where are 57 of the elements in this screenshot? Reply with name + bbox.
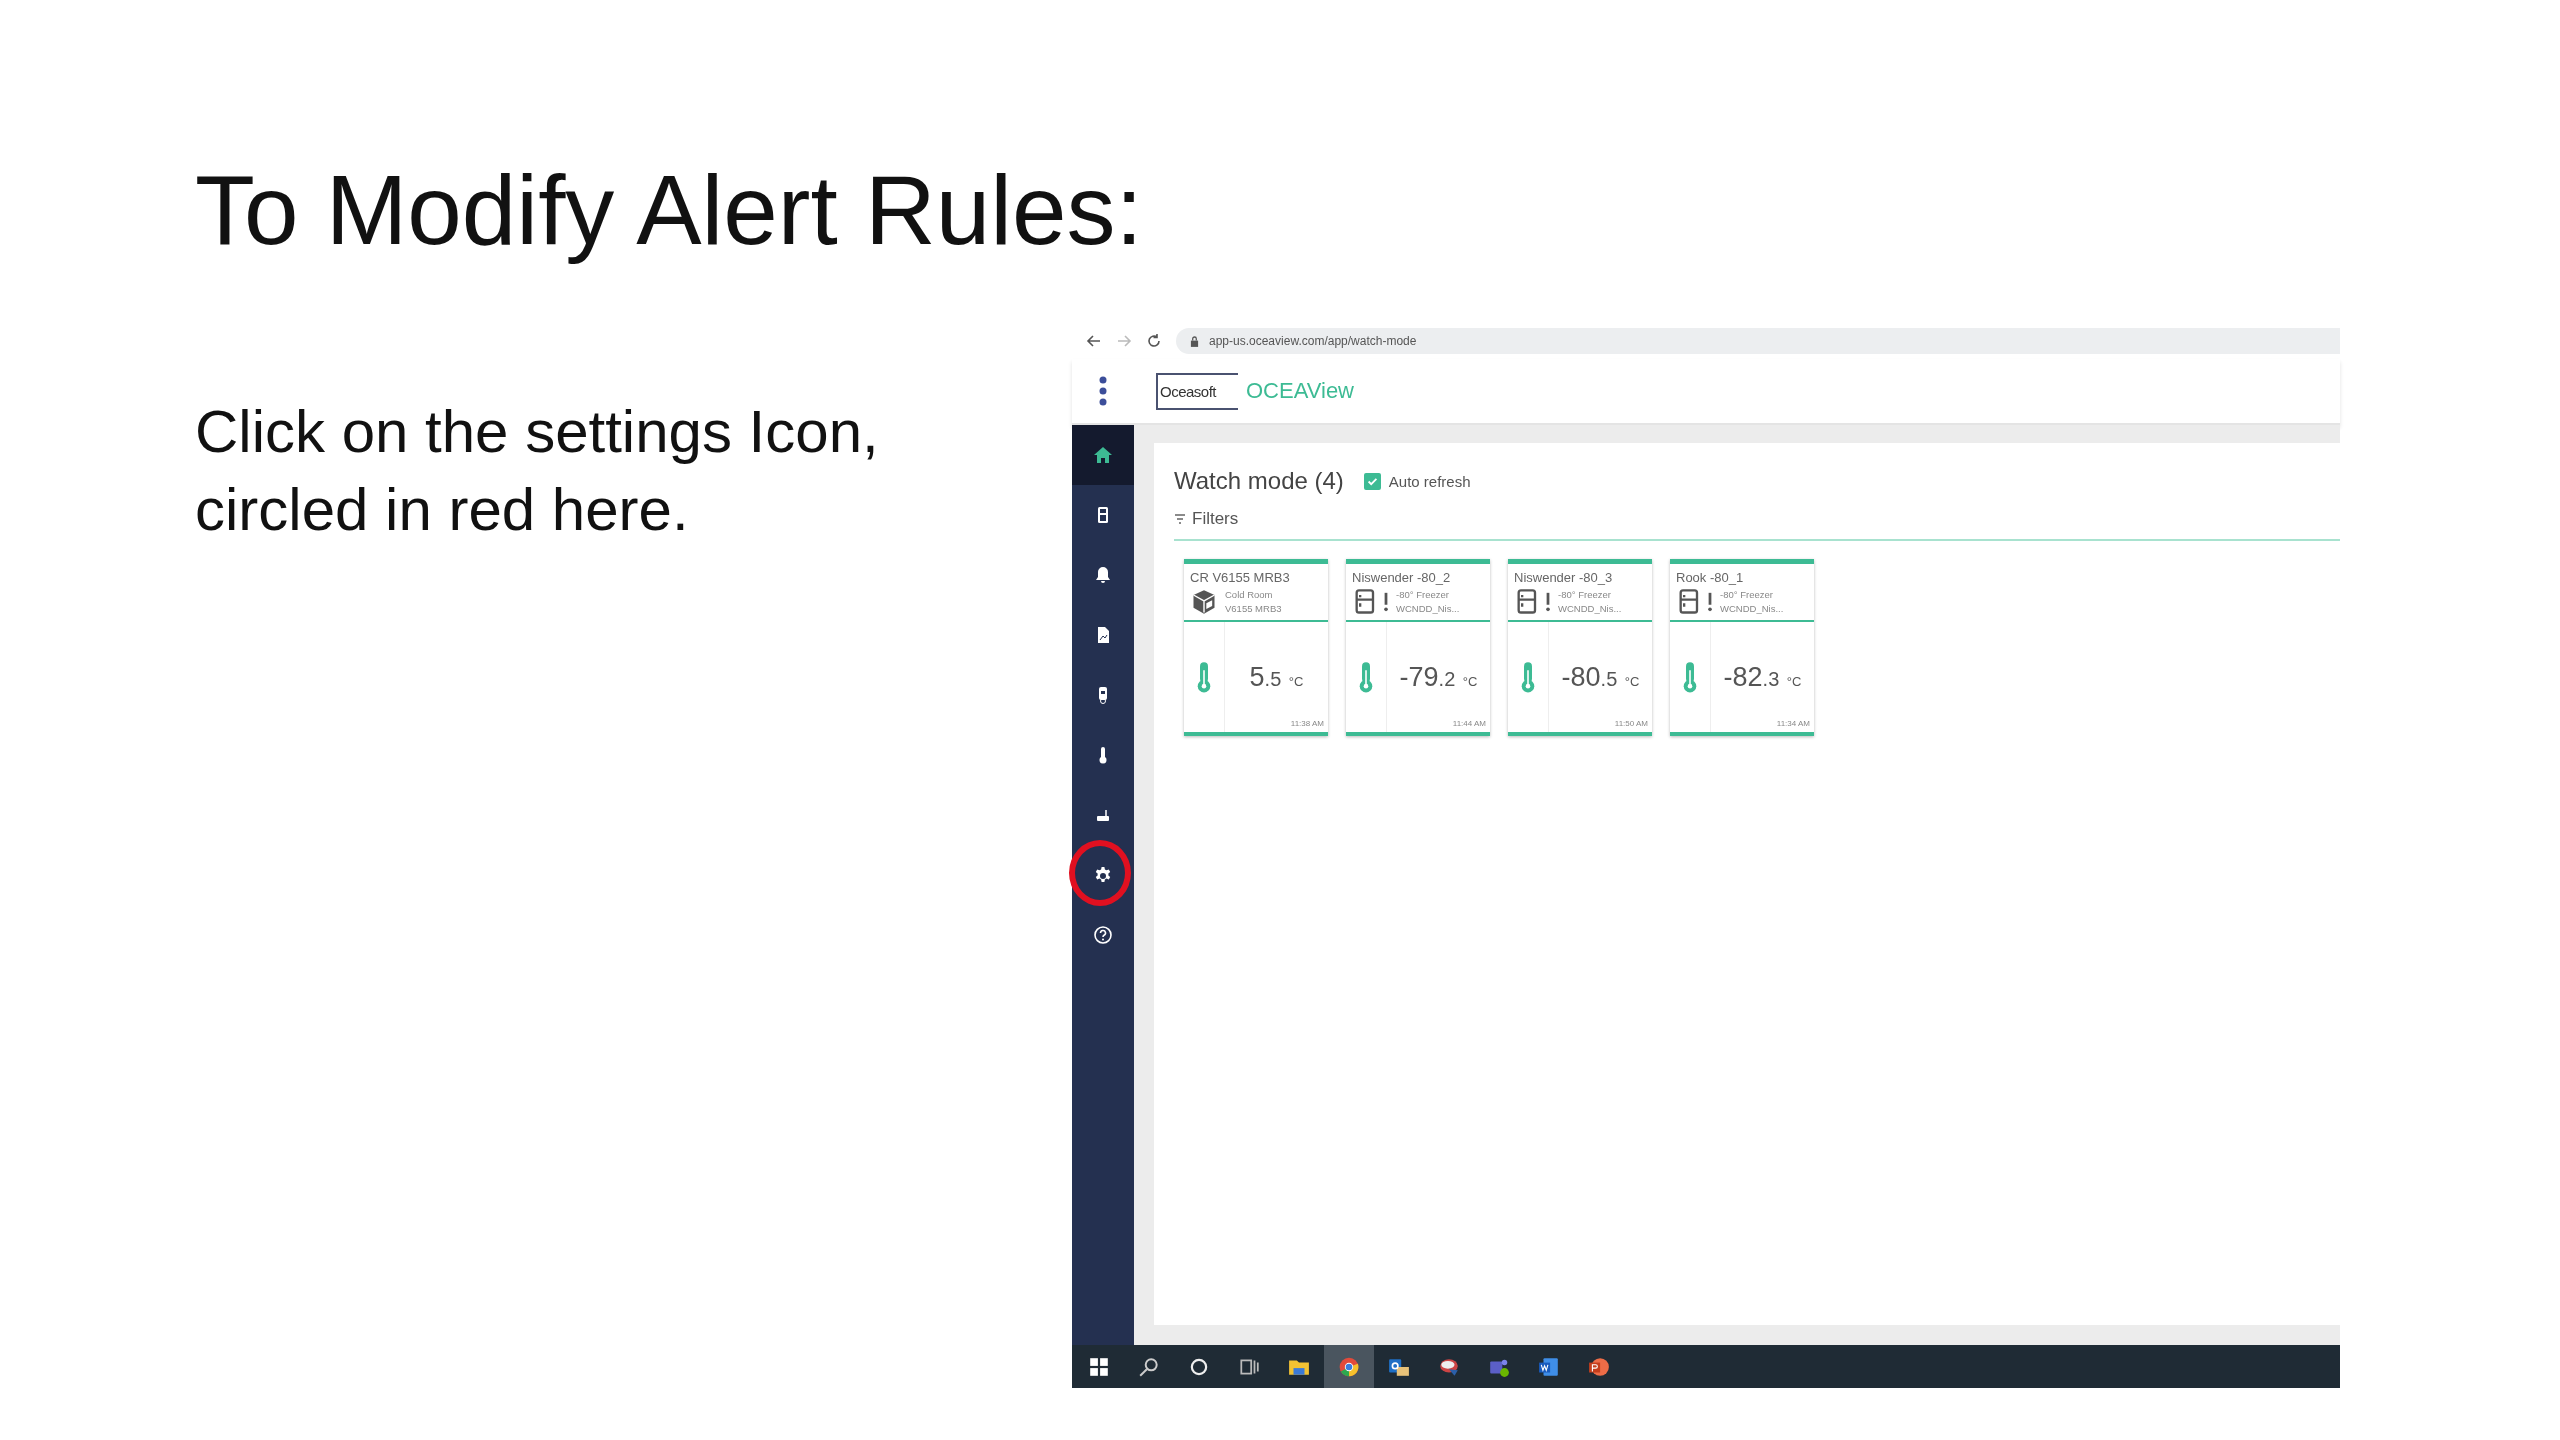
checkbox-label: Auto refresh [1388, 472, 1471, 490]
card-title: CR V6155 MRB3 [1190, 570, 1291, 585]
card-type: -80° Freezer [1720, 588, 1774, 602]
card-type: Cold Room [1225, 588, 1274, 602]
reading-time: 11:44 AM [1452, 719, 1486, 728]
thermometer-icon [1197, 661, 1211, 693]
alert-icon [1707, 591, 1713, 613]
thermometer-icon [1683, 661, 1697, 693]
card-location: WCNDD_Nis... [1558, 602, 1622, 616]
search-icon [1138, 1355, 1160, 1378]
cube-icon [1190, 588, 1218, 616]
sidebar-item[interactable] [1072, 425, 1134, 485]
card-type: -80° Freezer [1396, 588, 1450, 602]
card-title: Niswender -80_3 [1514, 570, 1614, 585]
page-title: Watch mode (4) [1174, 467, 1344, 495]
filters-link[interactable]: Filters [1192, 509, 1239, 529]
card-title: Rook -80_1 [1676, 570, 1745, 585]
browser-icon [1338, 1355, 1360, 1378]
temperature-reading: 5.5 °C [1249, 661, 1304, 693]
url-text: app-us.oceaview.com/app/watch-mode [1209, 334, 1417, 348]
thermometer-icon [1359, 661, 1373, 693]
filter-icon[interactable] [1174, 514, 1186, 524]
card-title: Niswender -80_2 [1352, 570, 1452, 585]
bell-icon [1093, 565, 1113, 585]
thermometer-icon [1521, 661, 1535, 693]
temperature-reading: -82.3 °C [1723, 661, 1802, 693]
card-location: V6155 MRB3 [1225, 602, 1282, 616]
card-location: WCNDD_Nis... [1720, 602, 1784, 616]
sensor-card[interactable]: Rook -80_1 -80° Freezer WCNDD_Nis... -82.3 °C 11:34 AM [1670, 559, 1814, 736]
checkbox[interactable] [1363, 472, 1381, 490]
address-bar[interactable]: app-us.oceaview.com/app/watch-mode [1176, 328, 2340, 354]
home-icon [1093, 445, 1113, 465]
document-icon [1538, 1355, 1560, 1378]
reload-icon[interactable] [1146, 333, 1162, 349]
card-type: -80° Freezer [1558, 588, 1612, 602]
sensor-card[interactable]: Niswender -80_2 -80° Freezer WCNDD_Nis... -79.2 °C 11:44 AM [1346, 559, 1490, 736]
alert-icon [1383, 591, 1389, 613]
temperature-reading: -79.2 °C [1399, 661, 1478, 693]
reading-time: 11:38 AM [1290, 719, 1324, 728]
presentation-icon [1588, 1355, 1610, 1378]
windows-icon [1088, 1355, 1110, 1378]
instruction-text: Click on the settings Icon, circled in red here. [195, 397, 880, 545]
reading-time: 11:34 AM [1776, 719, 1810, 728]
sensor-card[interactable]: Niswender -80_3 -80° Freezer WCNDD_Nis... -80.5 °C 11:50 AM [1508, 559, 1652, 736]
more-icon[interactable] [1098, 375, 1108, 407]
slide-title: To Modify Alert Rules: [195, 154, 1144, 267]
logo: Oceasoft [1156, 372, 1238, 410]
card-location: WCNDD_Nis... [1396, 602, 1460, 616]
settings-icon [1093, 865, 1113, 885]
help-icon [1093, 925, 1113, 945]
back-icon[interactable] [1086, 333, 1102, 349]
app-name: OCEAView [1246, 378, 1354, 404]
reading-time: 11:50 AM [1614, 719, 1648, 728]
temperature-reading: -80.5 °C [1561, 661, 1640, 693]
lock-icon [1190, 335, 1199, 347]
alert-icon [1545, 591, 1551, 613]
sensor-card[interactable]: CR V6155 MRB3 Cold Room V6155 MRB3 5.5 °C 11:38 AM [1184, 559, 1328, 736]
